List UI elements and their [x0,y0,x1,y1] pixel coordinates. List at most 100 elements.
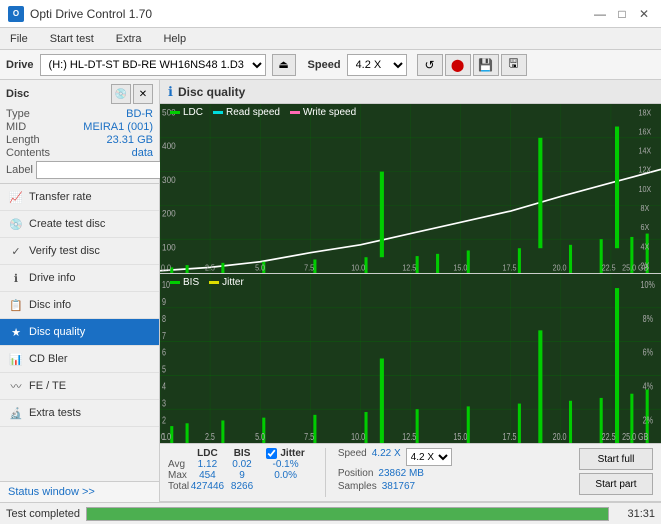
start-full-button[interactable]: Start full [579,448,653,470]
bis-avg: 0.02 [226,459,259,470]
sidebar-item-label: Disc info [29,299,71,311]
disc-mid-label: MID [6,121,26,133]
stats-bar: LDC BIS Jitter Avg 1.12 0.02 -0.1% [160,444,661,502]
sidebar-item-label: FE / TE [29,380,66,392]
legend-read-speed: Read speed [213,107,280,118]
sidebar: Disc 💿 ✕ Type BD-R MID MEIRA1 (001) Leng… [0,80,160,502]
jitter-checkbox-row: Jitter [266,448,304,459]
speed-value-stat: 4.22 X [372,448,401,466]
svg-text:12X: 12X [639,165,652,174]
sidebar-item-transfer-rate[interactable]: 📈 Transfer rate [0,184,159,211]
disc-length-value: 23.31 GB [107,134,153,146]
disc-contents-label: Contents [6,147,50,159]
disc-length-label: Length [6,134,40,146]
svg-text:16X: 16X [639,127,652,136]
disc-icon-btn2[interactable]: ✕ [133,84,153,104]
disc-label-row: Label 🔍 [6,161,153,179]
bis-total: 8266 [226,481,259,492]
sidebar-item-label: Transfer rate [29,191,92,203]
svg-text:17.5: 17.5 [503,263,517,272]
ldc-total: 427446 [189,481,226,492]
disc-icon-btn1[interactable]: 💿 [111,84,131,104]
menu-extra[interactable]: Extra [110,31,148,47]
save-button[interactable]: 🖫 [501,54,527,76]
menu-file[interactable]: File [4,31,34,47]
disc-quality-icon: ★ [8,324,24,340]
sidebar-item-verify-test-disc[interactable]: ✓ Verify test disc [0,238,159,265]
bottom-status-bar: Test completed 31:31 [0,502,661,524]
svg-text:12.5: 12.5 [402,263,416,272]
legend-bis: BIS [170,277,199,288]
speed-stat-select[interactable]: 4.2 X [406,448,452,466]
sidebar-item-cd-bler[interactable]: 📊 CD Bler [0,346,159,373]
sidebar-item-extra-tests[interactable]: 🔬 Extra tests [0,400,159,427]
progress-bar-container [86,507,609,521]
total-label: Total [168,481,189,492]
legend-ldc: LDC [170,107,203,118]
disc-panel: Disc 💿 ✕ Type BD-R MID MEIRA1 (001) Leng… [0,80,159,184]
svg-text:7: 7 [162,330,166,341]
disc-length-row: Length 23.31 GB [6,134,153,146]
svg-text:10.0: 10.0 [351,263,365,272]
svg-text:22.5: 22.5 [602,431,616,442]
svg-text:20.0: 20.0 [553,263,567,272]
sidebar-item-drive-info[interactable]: ℹ Drive info [0,265,159,292]
sidebar-item-create-test-disc[interactable]: 💿 Create test disc [0,211,159,238]
jitter-legend-dot [209,281,219,284]
jitter-avg: -0.1% [258,459,312,470]
create-test-disc-icon: 💿 [8,216,24,232]
maximize-button[interactable]: □ [613,5,631,23]
disc-contents-row: Contents data [6,147,153,159]
fe-te-icon: 〰 [8,378,24,394]
disc-icon-area: 💿 ✕ [111,84,153,104]
svg-text:3: 3 [162,397,166,408]
time-display: 31:31 [615,508,655,520]
svg-text:8: 8 [162,313,166,324]
disc-type-label: Type [6,108,30,120]
progress-bar-fill [87,508,608,520]
svg-text:4: 4 [162,380,166,391]
disc-label-input[interactable] [36,161,174,179]
menu-help[interactable]: Help [157,31,192,47]
title-bar: O Opti Drive Control 1.70 — □ ✕ [0,0,661,28]
sidebar-item-fe-te[interactable]: 〰 FE / TE [0,373,159,400]
burn-button[interactable]: 💾 [473,54,499,76]
sidebar-item-disc-quality[interactable]: ★ Disc quality [0,319,159,346]
start-part-button[interactable]: Start part [579,473,653,495]
minimize-button[interactable]: — [591,5,609,23]
speed-row: Speed 4.22 X 4.2 X [338,448,452,466]
refresh-button[interactable]: ↺ [417,54,443,76]
drive-select[interactable]: (H:) HL-DT-ST BD-RE WH16NS48 1.D3 [40,54,266,76]
jitter-checkbox[interactable] [266,448,277,459]
sidebar-item-disc-info[interactable]: 📋 Disc info [0,292,159,319]
window-controls: — □ ✕ [591,5,653,23]
drive-info-icon: ℹ [8,270,24,286]
drive-label: Drive [6,59,34,71]
svg-text:5.0: 5.0 [255,263,265,272]
sidebar-item-label: Disc quality [29,326,85,338]
charts-area: LDC Read speed Write speed [160,104,661,444]
stats-divider [325,448,326,497]
svg-text:6X: 6X [641,223,650,232]
speed-label-stat: Speed [338,448,367,466]
cd-bler-icon: 📊 [8,351,24,367]
svg-text:14X: 14X [639,146,652,155]
read-speed-legend-dot [213,111,223,114]
sidebar-item-label: Verify test disc [29,245,100,257]
write-speed-legend-dot [290,111,300,114]
erase-button[interactable]: ⬤ [445,54,471,76]
svg-text:18X: 18X [639,108,652,117]
speed-select[interactable]: 4.2 X [347,54,407,76]
svg-text:4%: 4% [643,380,654,391]
close-button[interactable]: ✕ [635,5,653,23]
status-text: Test completed [6,508,80,520]
disc-title: Disc [6,88,29,100]
position-label: Position [338,468,374,479]
svg-text:20.0: 20.0 [553,431,567,442]
eject-button[interactable]: ⏏ [272,54,296,76]
menu-start-test[interactable]: Start test [44,31,100,47]
status-window-btn[interactable]: Status window >> [0,481,159,502]
svg-text:0.0: 0.0 [161,431,171,442]
bis-legend-dot [170,281,180,284]
sidebar-nav: 📈 Transfer rate 💿 Create test disc ✓ Ver… [0,184,159,481]
